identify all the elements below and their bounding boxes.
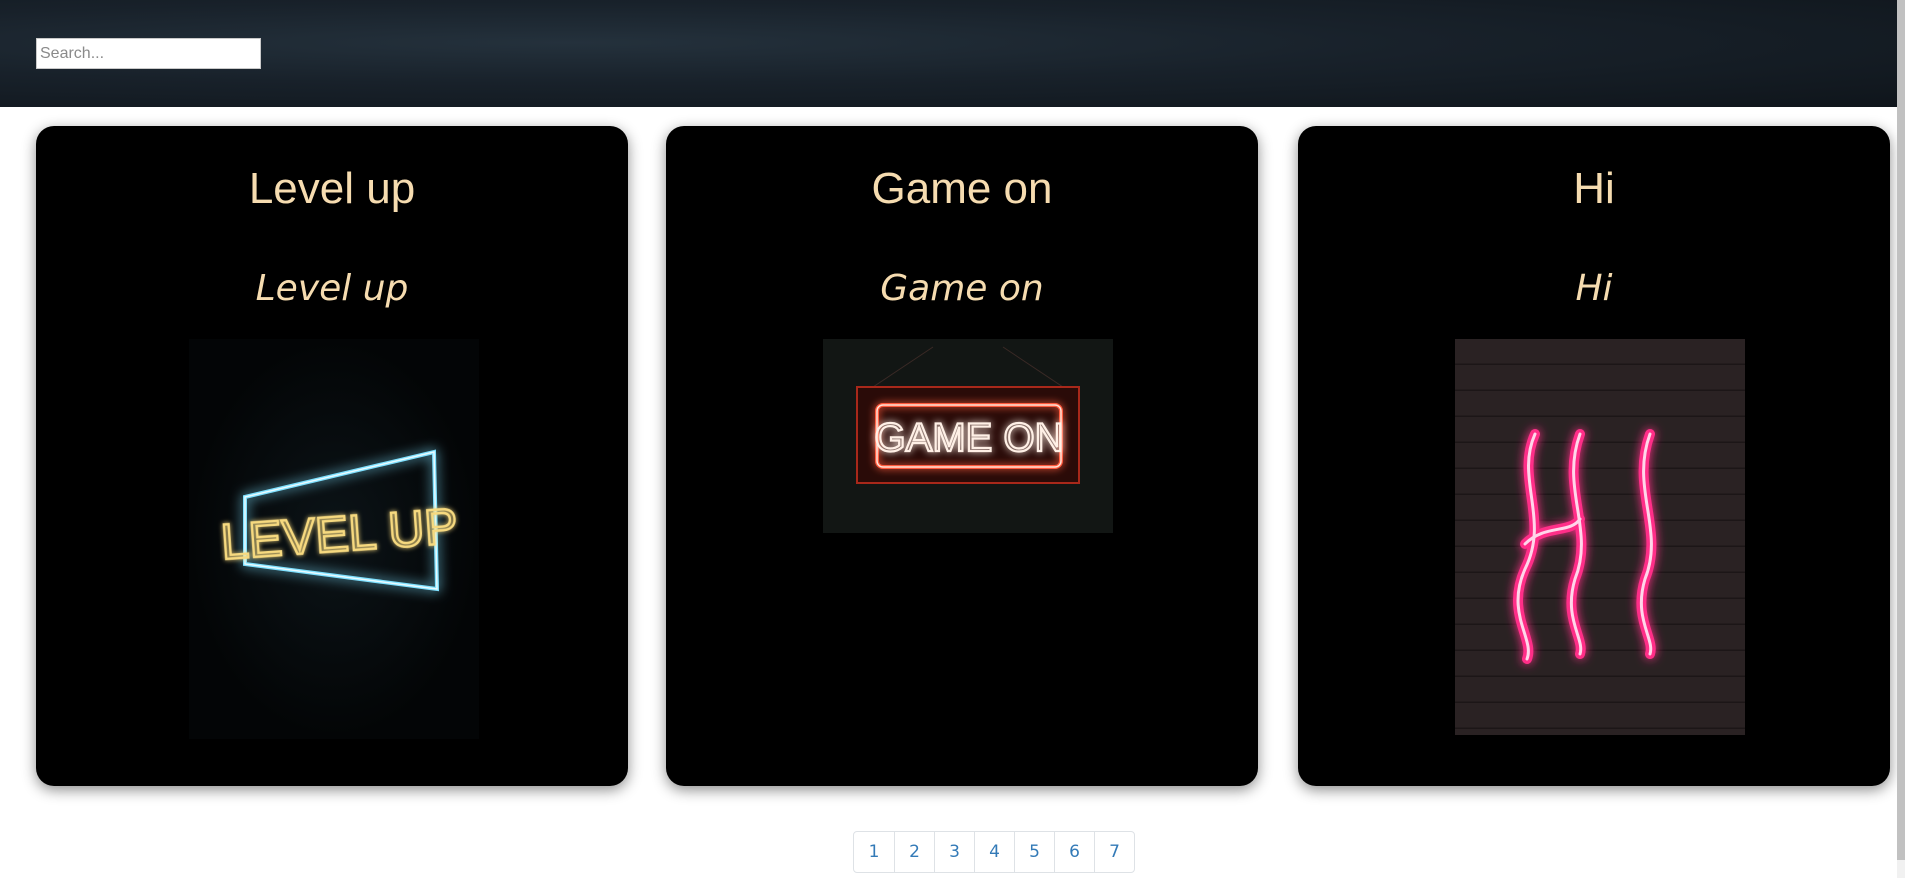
card-title: Hi — [1573, 164, 1615, 213]
card-title: Level up — [248, 164, 416, 213]
game-on-neon-sign[interactable]: GAME ON — [823, 339, 1113, 533]
page-link-5[interactable]: 5 — [1014, 832, 1054, 872]
level-up-neon-sign[interactable]: LEVEL UP — [189, 339, 479, 739]
card-title: Game on — [871, 164, 1053, 213]
page-link-7[interactable]: 7 — [1094, 832, 1134, 872]
card-subtitle: Game on — [880, 268, 1044, 309]
page-link-4[interactable]: 4 — [974, 832, 1014, 872]
scrollbar-thumb[interactable] — [1897, 0, 1905, 860]
vertical-scrollbar[interactable] — [1897, 0, 1905, 878]
pagination: 1 2 3 4 5 6 7 — [853, 831, 1135, 873]
page-link-2[interactable]: 2 — [894, 832, 934, 872]
sign-text: GAME ON — [875, 416, 1064, 460]
card-hi[interactable]: Hi Hi — [1298, 126, 1890, 786]
card-level-up[interactable]: Level up Level up LEVEL UP — [36, 126, 628, 786]
page-link-6[interactable]: 6 — [1054, 832, 1094, 872]
hi-neon-sign[interactable] — [1455, 339, 1745, 735]
header-banner — [0, 0, 1897, 107]
sign-text: LEVEL UP — [219, 498, 460, 570]
page-link-3[interactable]: 3 — [934, 832, 974, 872]
search-input[interactable] — [36, 38, 261, 69]
page-link-1[interactable]: 1 — [854, 832, 894, 872]
card-subtitle: Hi — [1575, 268, 1613, 309]
card-subtitle: Level up — [255, 268, 409, 309]
card-game-on[interactable]: Game on Game on GAME ON — [666, 126, 1258, 786]
